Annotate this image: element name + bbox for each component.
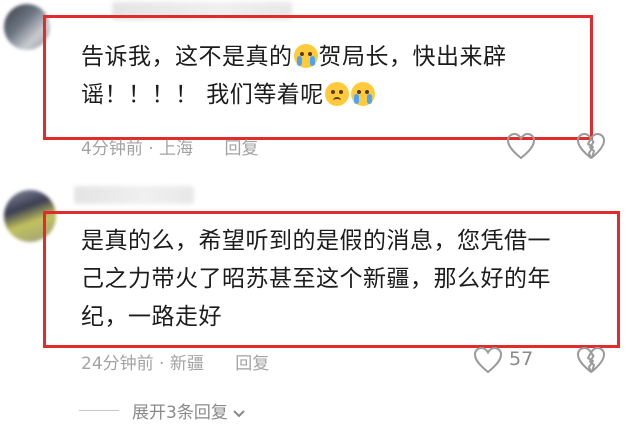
expand-replies-label: 展开3条回复 xyxy=(132,403,228,423)
broken-heart-icon[interactable] xyxy=(575,345,607,375)
comment-time: 24分钟前 xyxy=(81,354,154,374)
comment-text: 告诉我，这不是真的 贺局长，快出来辟 谣！！！！ 我们等着呢 xyxy=(81,38,507,114)
broken-heart-icon[interactable] xyxy=(575,131,607,161)
divider xyxy=(79,410,119,411)
comment-meta: 24分钟前 · 新疆 回复 xyxy=(81,349,269,374)
comment-line: 是真的么，希望听到的是假的消息，您凭借一 xyxy=(81,228,551,254)
comment-line: 贺局长，快出来辟 xyxy=(318,44,507,70)
confused-emoji-icon xyxy=(324,82,349,106)
comment-line: 己之力带火了昭苏甚至这个新疆，那么好的年 xyxy=(81,266,551,292)
comment-location: 上海 xyxy=(159,139,194,159)
meta-separator: · xyxy=(148,139,154,159)
comment-text: 是真的么，希望听到的是假的消息，您凭借一 己之力带火了昭苏甚至这个新疆，那么好的… xyxy=(81,222,551,336)
comment-line: 谣！！！！ 我们等着呢 xyxy=(81,82,324,108)
comment-line: 告诉我，这不是真的 xyxy=(81,44,293,70)
comment-time: 4分钟前 xyxy=(81,139,143,159)
chevron-down-icon xyxy=(233,410,245,418)
meta-separator: · xyxy=(159,354,165,374)
heart-icon[interactable] xyxy=(472,345,504,375)
username-blurred[interactable] xyxy=(74,186,194,204)
reply-button[interactable]: 回复 xyxy=(224,139,258,159)
crying-emoji-icon xyxy=(293,44,318,68)
comment-line: 纪，一路走好 xyxy=(81,304,222,330)
heart-icon[interactable] xyxy=(505,131,537,161)
reply-button[interactable]: 回复 xyxy=(235,354,269,374)
like-count: 57 xyxy=(509,348,534,370)
crying-emoji-icon xyxy=(350,82,375,106)
expand-replies-button[interactable]: 展开3条回复 xyxy=(132,398,246,423)
comment-location: 新疆 xyxy=(169,354,204,374)
comment-meta: 4分钟前 · 上海 回复 xyxy=(81,134,258,159)
